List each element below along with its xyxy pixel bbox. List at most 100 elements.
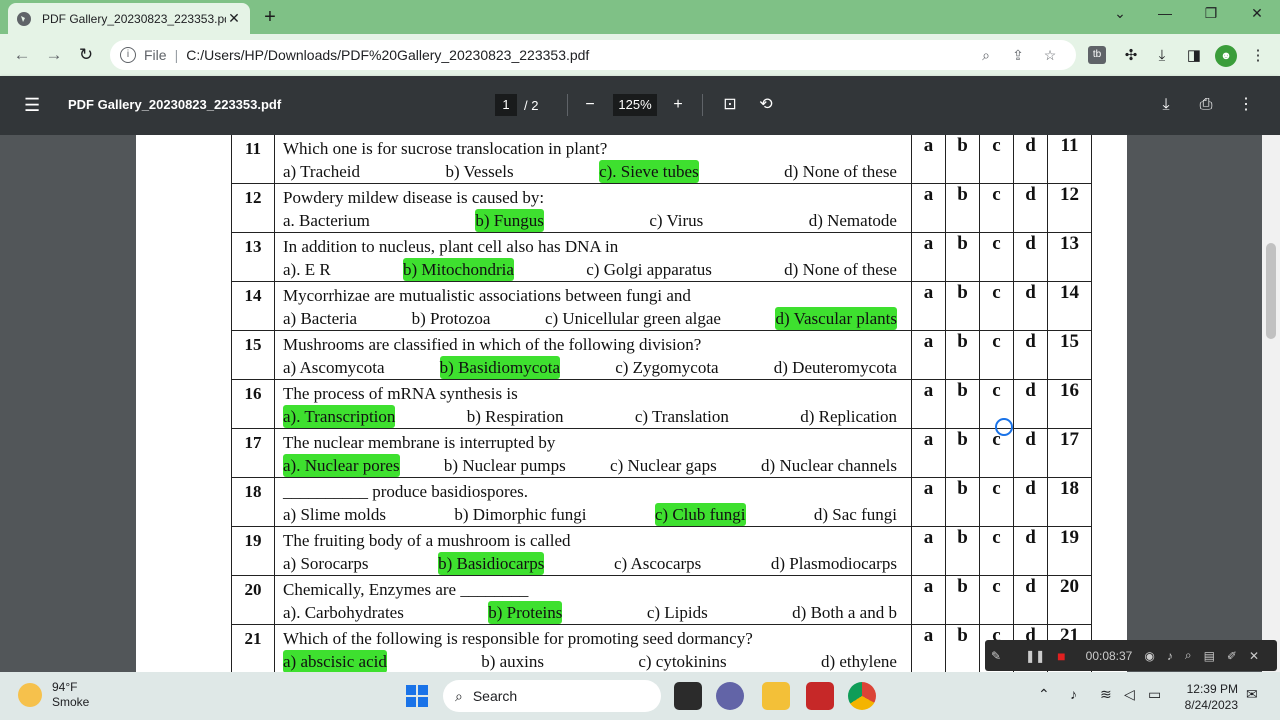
option-letter-c: c [979,477,1014,527]
url-text[interactable]: C:/Users/HP/Downloads/PDF%20Gallery_2023… [186,47,970,63]
notification-icon[interactable]: ✉ [1246,686,1258,703]
close-tab-icon[interactable]: ✕ [226,10,242,27]
magnifier-icon[interactable]: ⌕ [1185,648,1192,663]
downloads-icon[interactable]: ⤓ [1151,45,1173,67]
question-row: 15 Mushrooms are classified in which of t… [231,330,1092,380]
question-text: Chemically, Enzymes are ________ [283,580,529,599]
browser-toolbar: ← → ↻ i File | C:/Users/HP/Downloads/PDF… [0,34,1280,76]
clock-date: 8/24/2023 [1184,698,1238,712]
stop-icon[interactable]: ■ [1057,648,1065,664]
zoom-out-button[interactable]: − [578,93,602,117]
screen-recorder-bar: ✎ ❚❚ ■ 00:08:37 ◉ ♪ ⌕ ▤ ✐ ✕ [985,640,1277,671]
clock-time: 12:39 PM [1186,682,1238,696]
new-tab-button[interactable]: + [258,5,282,29]
edit-icon[interactable]: ✐ [1227,649,1237,663]
question-row: 13 In addition to nucleus, plant cell als… [231,232,1092,282]
file-explorer-icon[interactable] [762,682,790,710]
close-window-button[interactable]: ✕ [1245,5,1269,22]
option-letter-c: c [979,281,1014,331]
zoom-in-button[interactable]: + [666,93,690,117]
highlighted-answer: c). Sieve tubes [599,160,699,183]
question-text: The nuclear membrane is interrupted by [283,433,556,452]
recorder-app-icon[interactable] [806,682,834,710]
back-button[interactable]: ← [10,43,34,67]
question-number-right: 18 [1047,477,1092,527]
question-number: 21 [231,624,275,672]
system-clock[interactable]: 12:39 PM 8/24/2023 [1180,681,1238,713]
restore-button[interactable]: ❐ [1199,5,1223,22]
question-text: In addition to nucleus, plant cell also … [283,237,619,256]
option-letter-c: c [979,330,1014,380]
minimize-button[interactable]: — [1153,5,1177,21]
taskbar-search[interactable]: ⌕ Search [443,680,661,712]
volume-icon[interactable]: ◁ [1124,686,1135,703]
microphone-icon[interactable]: ♪ [1070,686,1077,702]
download-icon[interactable]: ⤓ [1154,93,1178,117]
answer-option: a) Bacteria [283,309,358,328]
chat-icon[interactable]: ▤ [1204,649,1215,663]
windows-start-icon[interactable] [406,685,428,707]
pdf-more-icon[interactable]: ⋮ [1234,93,1258,117]
chrome-icon[interactable] [848,682,876,710]
option-letter-c: c [979,183,1014,233]
more-menu-icon[interactable]: ⋮ [1247,45,1269,67]
option-letter-b: b [945,575,980,625]
scrollbar-thumb[interactable] [1266,243,1276,339]
hamburger-menu-icon[interactable]: ☰ [24,95,44,115]
highlighted-answer: c) Club fungi [654,503,746,526]
mic-off-icon[interactable]: ♪ [1167,649,1173,663]
pdf-viewport[interactable]: 11 Which one is for sucrose translocation… [0,135,1280,672]
page-number-input[interactable]: 1 [495,94,517,116]
fit-page-icon[interactable]: ⊡ [718,93,742,117]
zoom-level-input[interactable]: 125% [613,94,657,116]
question-number-right: 19 [1047,526,1092,576]
pause-icon[interactable]: ❚❚ [1025,649,1045,663]
scrollbar[interactable] [1262,135,1280,672]
answer-option: c) Golgi apparatus [586,260,712,279]
question-number-right: 15 [1047,330,1092,380]
share-icon[interactable]: ⇪ [1002,47,1034,64]
option-letter-b: b [945,526,980,576]
search-icon: ⌕ [455,687,463,704]
answer-option: b) Protozoa [411,309,491,328]
answer-option: d) Nematode [808,211,897,230]
wifi-icon[interactable]: ≋ [1100,686,1112,703]
browser-tab[interactable]: PDF Gallery_20230823_223353.pd ✕ [8,3,250,34]
profile-avatar[interactable]: ☻ [1215,45,1237,67]
print-icon[interactable]: ⎙ [1194,93,1218,117]
task-view-icon[interactable] [674,682,702,710]
question-row: 21 Which of the following is responsible … [231,624,1092,672]
battery-icon[interactable]: ▭ [1148,686,1161,703]
tab-search-icon[interactable]: ⌄ [1108,5,1132,22]
zoom-icon[interactable]: ⌕ [970,47,1002,64]
answer-option: d) Plasmodiocarps [770,554,897,573]
question-number-right: 11 [1047,135,1092,184]
reload-button[interactable]: ↻ [74,43,98,67]
question-number: 14 [231,281,275,331]
weather-widget[interactable]: 94°F Smoke [18,680,89,710]
divider [702,94,703,116]
highlighted-answer: b) Mitochondria [403,258,514,281]
rotate-icon[interactable]: ⟲ [754,93,778,117]
bookmark-star-icon[interactable]: ☆ [1034,47,1066,64]
url-scheme: File [144,47,167,63]
answer-option: a). E R [283,260,331,279]
teams-chat-icon[interactable] [716,682,744,710]
tray-chevron-icon[interactable]: ⌃ [1038,686,1050,703]
forward-button[interactable]: → [42,43,66,67]
pdf-toolbar: ☰ PDF Gallery_20230823_223353.pdf 1 / 2 … [0,76,1280,135]
address-bar[interactable]: i File | C:/Users/HP/Downloads/PDF%20Gal… [110,40,1076,70]
camera-icon[interactable]: ◉ [1144,649,1154,663]
windows-taskbar: 94°F Smoke ⌕ Search ⌃ ♪ ≋ ◁ ▭ 12:39 PM 8… [0,672,1280,720]
extension-icon[interactable]: tb [1088,46,1106,64]
question-number: 16 [231,379,275,429]
highlighted-answer: a) abscisic acid [283,650,387,672]
extensions-puzzle-icon[interactable]: ✣ [1120,45,1142,67]
option-letter-b: b [945,379,980,429]
side-panel-icon[interactable]: ◨ [1183,45,1205,67]
close-recorder-icon[interactable]: ✕ [1249,649,1259,663]
pen-icon[interactable]: ✎ [991,649,1001,663]
answer-option: b) auxins [481,652,544,671]
info-icon[interactable]: i [120,47,136,63]
answer-option: c) Unicellular green algae [544,309,721,328]
